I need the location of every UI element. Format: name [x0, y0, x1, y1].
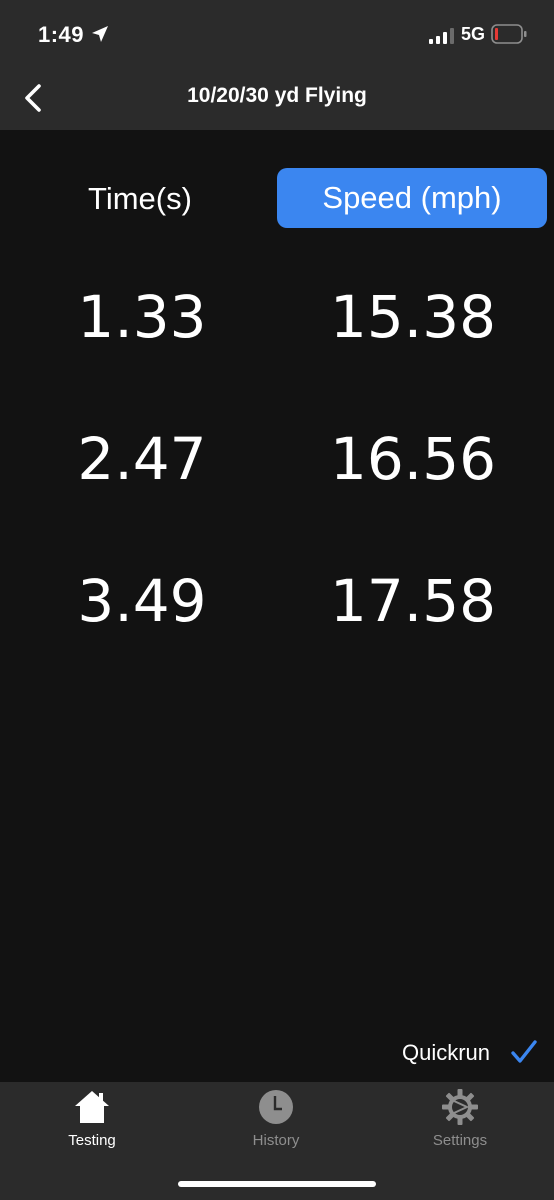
time-value-3: 3.49: [77, 567, 207, 635]
tab-settings-label: Settings: [432, 1132, 488, 1149]
time-value-1: 1.33: [77, 283, 207, 351]
tab-settings[interactable]: Settings: [390, 1088, 530, 1158]
tab-history[interactable]: History: [206, 1088, 346, 1158]
speed-value-2: 16.56: [329, 425, 497, 493]
checkmark-icon[interactable]: [510, 1038, 538, 1066]
home-indicator: [178, 1181, 376, 1187]
speed-segment-button[interactable]: Speed (mph): [277, 168, 547, 228]
location-arrow-icon: [92, 26, 108, 42]
cellular-signal-icon: [429, 28, 454, 44]
battery-icon: [491, 24, 527, 44]
status-time: 1:49: [38, 22, 85, 47]
screen: 1:49 5G 10/20/30 yd Flying Time(s) Speed…: [0, 0, 554, 1200]
clock-icon: [259, 1090, 293, 1124]
home-icon: [75, 1091, 109, 1123]
quickrun-toggle-label[interactable]: Quickrun: [402, 1040, 490, 1066]
time-segment-button[interactable]: Time(s): [40, 170, 240, 228]
page-title: 10/20/30 yd Flying: [187, 84, 367, 107]
gear-icon: [442, 1089, 478, 1125]
speed-value-1: 15.38: [329, 283, 497, 351]
network-type: 5G: [461, 24, 486, 44]
tab-history-label: History: [252, 1132, 300, 1149]
tab-testing-label: Testing: [68, 1132, 116, 1149]
speed-value-3: 17.58: [329, 567, 497, 635]
tab-testing[interactable]: Testing: [22, 1088, 162, 1158]
time-value-2: 2.47: [77, 425, 207, 493]
top-bar: [0, 0, 554, 130]
